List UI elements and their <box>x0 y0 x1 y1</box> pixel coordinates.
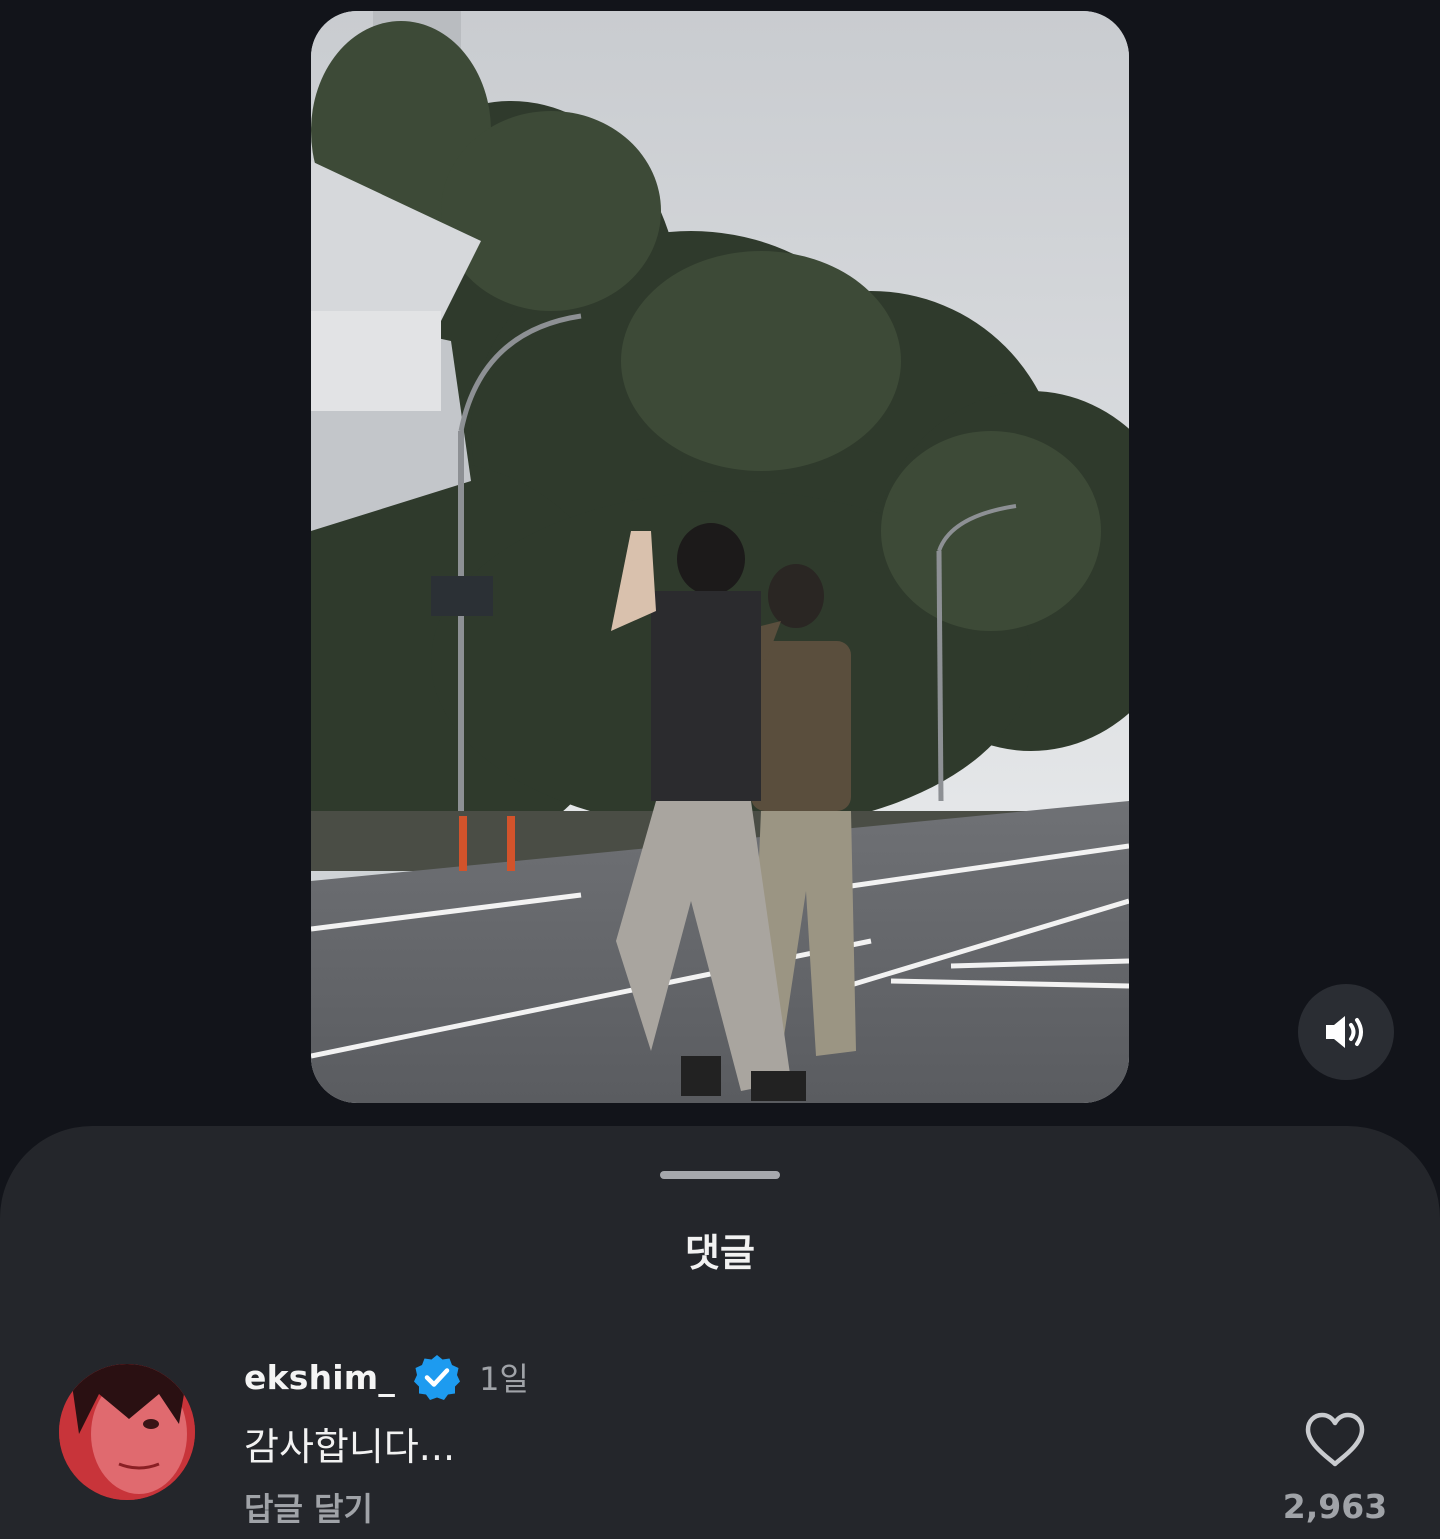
comment-username[interactable]: ekshim_ <box>244 1358 395 1397</box>
comments-sheet: 댓글 ekshim_ 1일 감사합니다... 답글 달기 2,963 <box>0 1126 1440 1539</box>
reels-viewer: 댓글 ekshim_ 1일 감사합니다... 답글 달기 2,963 <box>0 0 1440 1539</box>
comment-text: 감사합니다... <box>244 1425 456 1469</box>
avatar-image <box>59 1364 195 1500</box>
video-player[interactable] <box>311 11 1129 1103</box>
reply-button[interactable]: 답글 달기 <box>244 1484 373 1530</box>
comment-timestamp: 1일 <box>479 1360 529 1398</box>
comment-header: ekshim_ 1일 <box>244 1352 529 1402</box>
speaker-volume-icon <box>1326 1016 1363 1048</box>
like-count: 2,963 <box>1282 1487 1388 1526</box>
video-frame-image <box>311 11 1129 1103</box>
verified-badge-icon <box>414 1355 461 1400</box>
sheet-title: 댓글 <box>685 1231 755 1275</box>
heart-outline-icon[interactable] <box>1304 1412 1366 1468</box>
sheet-drag-handle[interactable] <box>660 1171 780 1179</box>
sound-toggle-button[interactable] <box>1298 984 1394 1080</box>
avatar[interactable] <box>59 1364 195 1500</box>
